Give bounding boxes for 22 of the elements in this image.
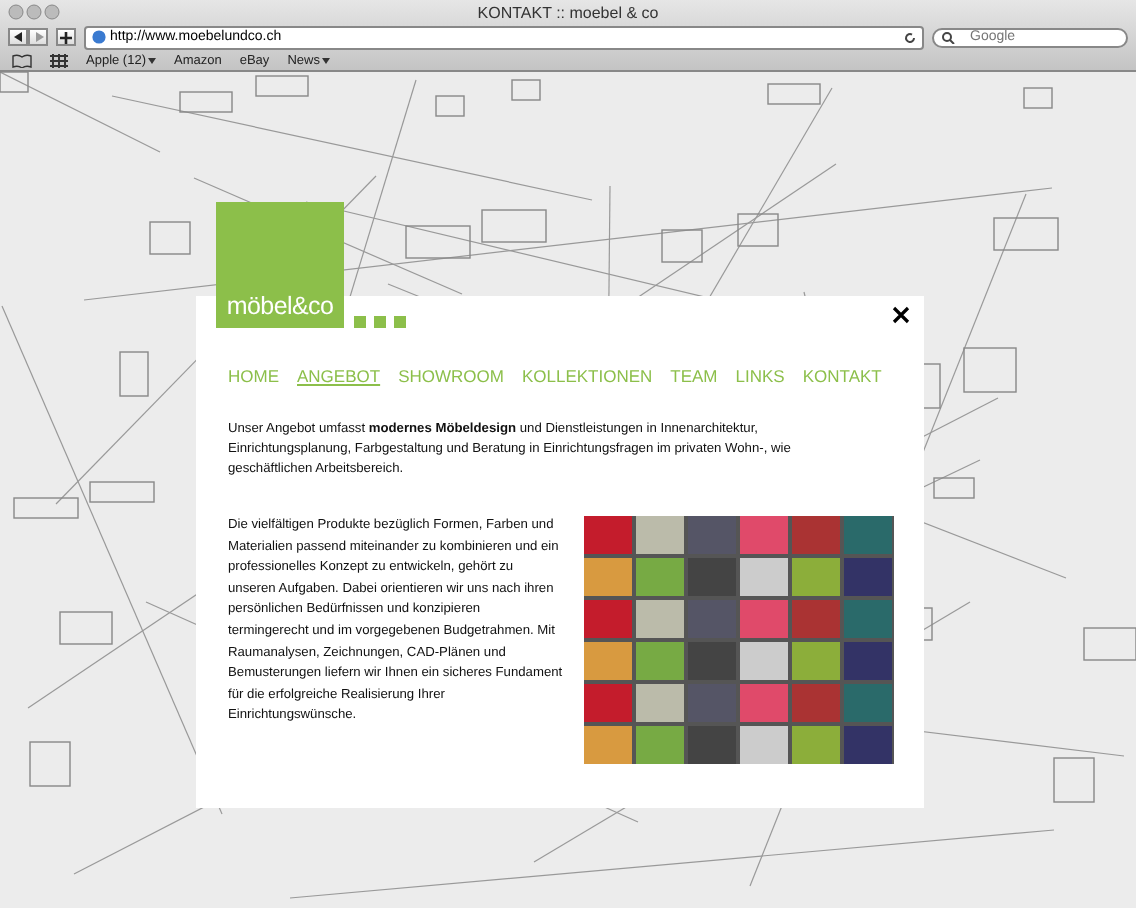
nav-link[interactable]: KONTAKT xyxy=(802,366,882,386)
caret-icon xyxy=(321,57,330,63)
nav-link[interactable]: KOLLEKTIONEN xyxy=(521,366,653,386)
nav-link[interactable]: TEAM xyxy=(670,366,718,386)
dots-icon xyxy=(354,316,406,328)
book-icon[interactable] xyxy=(12,53,32,67)
reload-icon[interactable] xyxy=(904,31,916,43)
back-button[interactable] xyxy=(8,28,28,46)
left-arrow-icon xyxy=(13,32,23,42)
caret-icon xyxy=(148,57,156,63)
nav-link[interactable]: LINKS xyxy=(735,366,785,386)
nav-link[interactable]: SHOWROOM xyxy=(398,366,504,386)
add-bookmark-button[interactable] xyxy=(56,28,76,46)
grid-icon[interactable] xyxy=(50,53,68,67)
nav-link[interactable]: HOME xyxy=(228,366,279,386)
plus-icon xyxy=(60,31,72,43)
site-logo[interactable]: möbel&co xyxy=(216,202,344,328)
right-arrow-icon xyxy=(33,32,43,42)
nav-link[interactable]: ANGEBOT xyxy=(297,366,381,386)
window-title: KONTAKT :: moebel & co xyxy=(475,3,661,21)
globe-icon xyxy=(92,30,106,44)
close-icon[interactable] xyxy=(892,306,910,324)
